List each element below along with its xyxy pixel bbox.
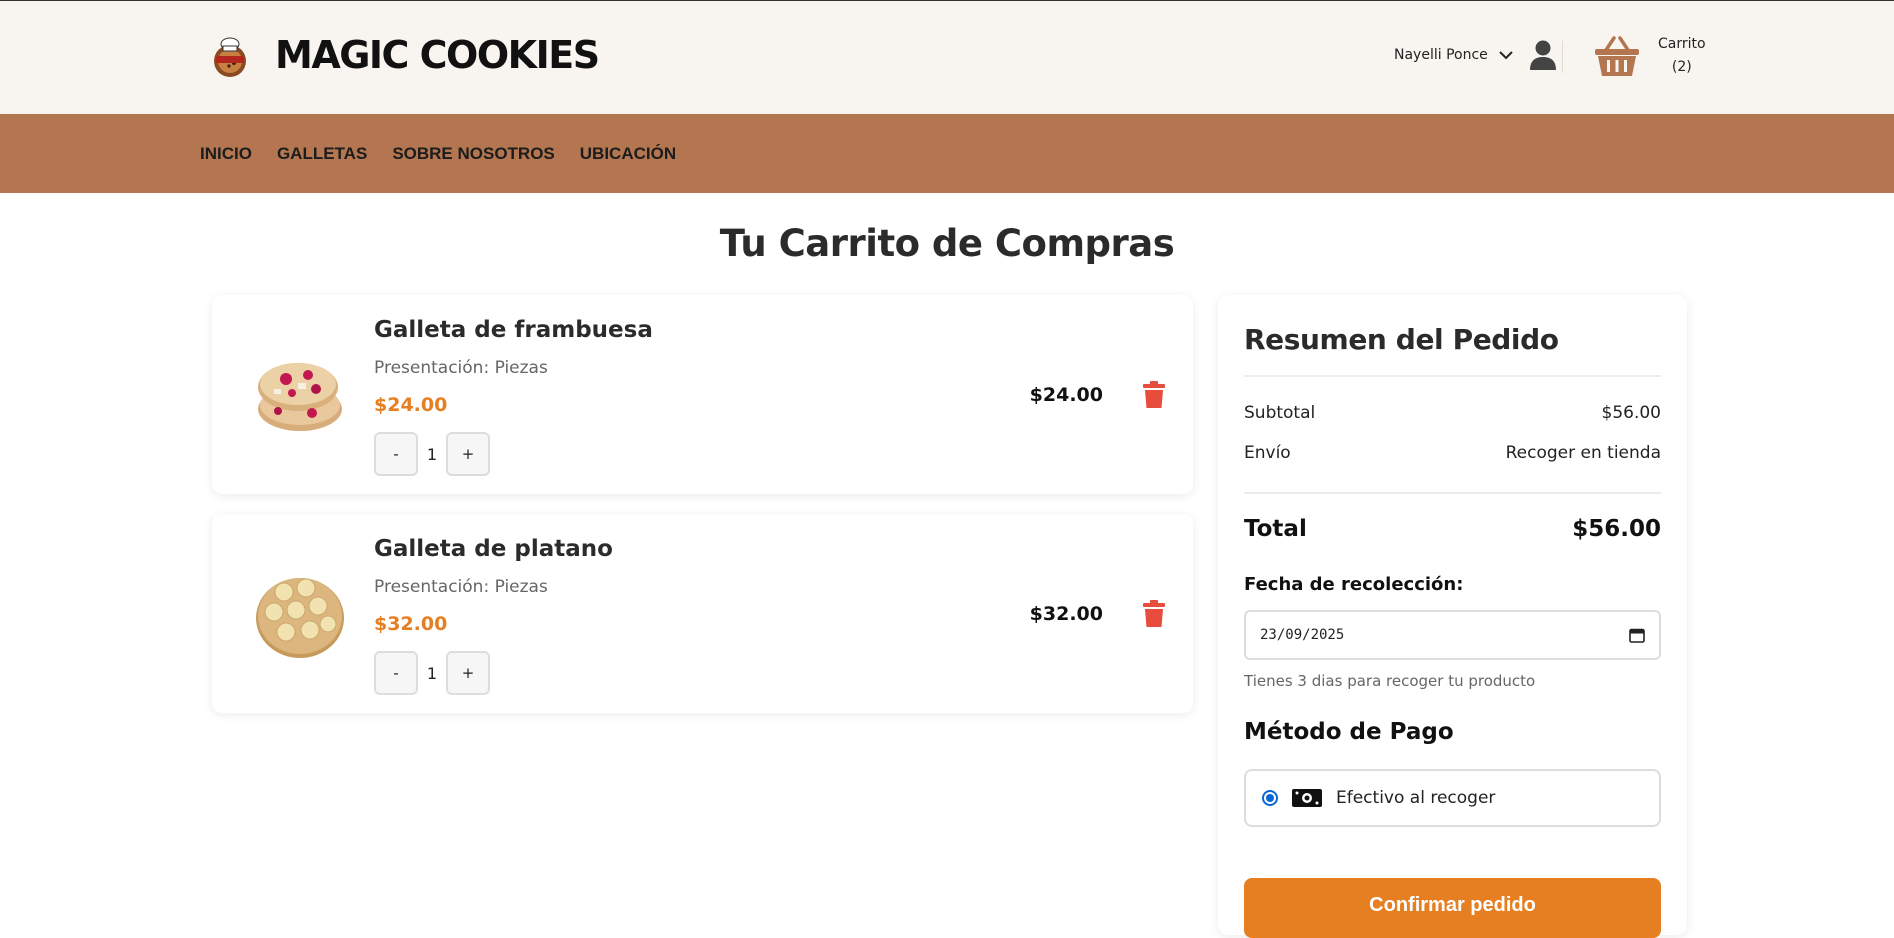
cart-item: Galleta de frambuesa Presentación: Pieza… — [212, 295, 1193, 494]
confirm-order-button[interactable]: Confirmar pedido — [1244, 878, 1661, 938]
item-name: Galleta de platano — [374, 536, 613, 562]
banana-cookie-image — [256, 577, 344, 658]
pickup-date-input[interactable]: 23/09/2025 — [1244, 610, 1661, 660]
quantity-stepper: - 1 + — [374, 432, 490, 476]
payment-method-title: Método de Pago — [1244, 719, 1454, 745]
nav-item-inicio[interactable]: INICIO — [200, 144, 252, 164]
site-header: MAGIC COOKIES Nayelli Ponce Carrito (2) — [0, 0, 1894, 114]
payment-option-cash[interactable]: Efectivo al recoger — [1244, 769, 1661, 827]
order-summary: Resumen del Pedido Subtotal $56.00 Envío… — [1218, 295, 1687, 938]
money-icon — [1292, 789, 1322, 807]
cart-link[interactable]: Carrito (2) — [1594, 33, 1706, 79]
header-divider — [1562, 41, 1563, 73]
logo-icon[interactable] — [208, 35, 252, 79]
item-unit-price: $24.00 — [374, 394, 448, 416]
subtotal-row: Subtotal $56.00 — [1244, 403, 1661, 423]
decrease-quantity-button[interactable]: - — [374, 651, 418, 695]
payment-option-label: Efectivo al recoger — [1336, 788, 1496, 808]
cart-count: (2) — [1671, 59, 1692, 75]
item-presentation: Presentación: Piezas — [374, 577, 548, 597]
shipping-row: Envío Recoger en tienda — [1244, 443, 1661, 463]
user-icon — [1529, 40, 1556, 70]
cart-label: Carrito — [1658, 36, 1706, 52]
total-row: Total $56.00 — [1244, 516, 1661, 542]
nav-item-sobre-nosotros[interactable]: SOBRE NOSOTROS — [392, 144, 554, 164]
nav-item-galletas[interactable]: GALLETAS — [277, 144, 367, 164]
page-title: Tu Carrito de Compras — [719, 222, 1175, 265]
divider — [1244, 492, 1661, 494]
item-unit-price: $32.00 — [374, 613, 448, 635]
subtotal-label: Subtotal — [1244, 403, 1316, 423]
item-line-total: $32.00 — [1029, 602, 1103, 625]
increase-quantity-button[interactable]: + — [446, 651, 490, 695]
shipping-value: Recoger en tienda — [1505, 443, 1661, 463]
raspberry-cookie-image — [258, 362, 342, 431]
main-nav: INICIO GALLETAS SOBRE NOSOTROS UBICACIÓN — [0, 114, 1894, 193]
divider — [1244, 375, 1661, 377]
total-value: $56.00 — [1572, 516, 1661, 542]
quantity-value: 1 — [426, 663, 438, 683]
quantity-value: 1 — [426, 444, 438, 464]
decrease-quantity-button[interactable]: - — [374, 432, 418, 476]
shipping-label: Envío — [1244, 443, 1291, 463]
brand-name[interactable]: MAGIC COOKIES — [275, 33, 600, 77]
item-presentation: Presentación: Piezas — [374, 358, 548, 378]
user-name: Nayelli Ponce — [1394, 47, 1488, 63]
total-label: Total — [1244, 516, 1307, 542]
subtotal-value: $56.00 — [1601, 403, 1661, 423]
item-name: Galleta de frambuesa — [374, 317, 653, 343]
pickup-date-value: 23/09/2025 — [1260, 627, 1345, 643]
pickup-date-label: Fecha de recolección: — [1244, 574, 1464, 595]
item-line-total: $24.00 — [1029, 383, 1103, 406]
user-menu[interactable]: Nayelli Ponce — [1394, 39, 1558, 71]
chevron-down-icon — [1499, 51, 1513, 60]
trash-icon[interactable] — [1142, 599, 1166, 628]
basket-icon — [1595, 36, 1639, 76]
trash-icon[interactable] — [1142, 380, 1166, 409]
calendar-icon[interactable] — [1629, 627, 1645, 643]
nav-item-ubicacion[interactable]: UBICACIÓN — [580, 144, 676, 164]
quantity-stepper: - 1 + — [374, 651, 490, 695]
summary-title: Resumen del Pedido — [1244, 323, 1559, 356]
pickup-hint: Tienes 3 dias para recoger tu producto — [1244, 672, 1536, 690]
payment-radio[interactable] — [1262, 790, 1278, 806]
cart-text: Carrito (2) — [1658, 33, 1706, 79]
cart-item: Galleta de platano Presentación: Piezas … — [212, 514, 1193, 713]
increase-quantity-button[interactable]: + — [446, 432, 490, 476]
